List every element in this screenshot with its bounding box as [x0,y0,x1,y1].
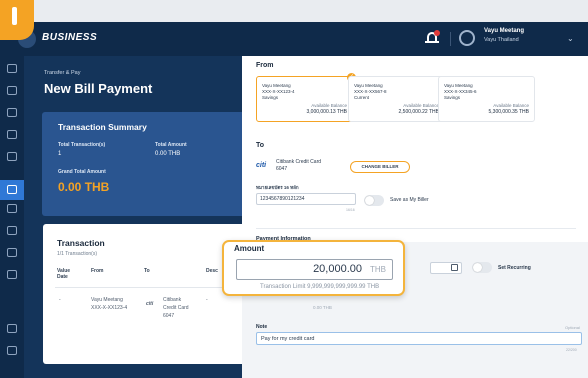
reference-input[interactable]: 1234567890121234 [256,193,356,205]
section-divider [256,228,576,229]
note-counter: 22/200 [566,348,577,352]
sidebar-item-transfer-pay[interactable] [0,180,24,200]
calendar-icon[interactable] [451,264,458,271]
step-marker [0,0,34,40]
change-biller-button[interactable]: CHANGE BILLER [350,161,410,173]
total-transactions-label: Total Transaction(s) [58,142,106,148]
transaction-limit: Transaction Limit 9,999,999,999,999.99 T… [260,284,380,290]
account-name: Vayu Meetang [354,83,383,88]
to-label: To [256,142,265,149]
citi-logo-icon: citi [256,162,267,169]
user-org: Vayu Thailand [484,37,519,43]
gear-icon[interactable] [7,324,17,333]
save-biller-label: Save as My Biller [390,197,429,203]
app-logo: BUSINESS [42,32,98,43]
cell-to-name: Citibank [163,297,182,303]
document-icon[interactable] [7,226,17,235]
recurring-toggle[interactable] [472,262,492,273]
note-optional: Optional [565,325,580,330]
balance-label: Available Balance [403,103,439,108]
help-icon[interactable] [7,346,17,355]
account-type: Current [354,95,370,100]
summary-title: Transaction Summary [58,122,147,132]
from-label: From [256,62,274,69]
account-number: XXX-X-XX345-6 [444,89,477,94]
divider [450,32,451,46]
transaction-subtitle: 1/1 Transaction(s) [57,251,98,257]
biller-name: Citibank Credit Card [276,159,322,165]
account-number: XXX-X-XX567-8 [354,89,387,94]
recurring-label: Set Recurring [498,265,531,271]
cell-desc: - [206,297,208,303]
payments-icon[interactable] [7,152,17,161]
account-type: Savings [444,95,461,100]
reference-label: หมายเลขบัตร 16 หลัก [256,185,299,190]
cell-to-name-2: Credit Card [163,305,189,311]
note-label: Note [256,324,268,330]
account-card[interactable]: ✓ Vayu MeetangXXX-X-XX123-4Savings Avail… [256,73,356,122]
accounts-icon[interactable] [7,86,17,95]
biller-info: Citibank Credit Card 6047 [276,159,321,173]
balance-value: 2,500,000.22 THB [398,109,440,115]
balance-label: Available Balance [311,103,347,108]
users-icon[interactable] [7,248,17,257]
cell-from-acct: XXX-X-XX123-4 [91,305,128,311]
notification-bell-icon[interactable] [425,30,440,46]
transfer-icon [7,185,17,194]
total-amount-label: Total Amount [155,142,187,148]
sidebar [0,56,24,378]
account-name: Vayu Meetang [262,83,291,88]
settings-icon[interactable] [7,270,17,279]
balance-label: Available Balance [493,103,529,108]
transaction-title: Transaction [57,238,105,248]
amount-value: 20,000.00 [313,263,362,275]
tag-icon[interactable] [7,204,17,213]
account-number: XXX-X-XX123-4 [262,89,295,94]
amount-currency: THB [370,265,386,274]
save-biller-toggle[interactable] [364,195,384,206]
biller-code: 6047 [276,166,288,172]
fee-value: 0.00 THB [313,305,332,310]
page-title: New Bill Payment [44,81,153,96]
balance-value: 5,300,000.35 THB [488,109,530,115]
cell-to-acct: 6047 [163,313,175,319]
grand-total-label: Grand Total Amount [58,169,106,175]
balance-value: 3,000,000.13 THB [306,109,348,115]
wallet-icon[interactable] [7,108,17,117]
amount-label: Amount [234,244,265,253]
citi-logo-icon: citi [146,301,154,307]
account-card[interactable]: Vayu Meetang XXX-X-XX567-8 Current Availab… [348,76,445,122]
col-desc[interactable]: Desc [206,268,218,274]
account-card[interactable]: Vayu Meetang XXX-X-XX345-6 Savings Availab… [438,76,535,122]
amount-input[interactable]: 20,000.00 THB [236,259,393,280]
breadcrumb[interactable]: Transfer & Pay [44,70,80,76]
col-from[interactable]: From [91,268,104,274]
app-frame: BUSINESS Vayu Meetang Vayu Thailand ⌄ Tr… [0,0,588,378]
cards-icon[interactable] [7,130,17,139]
cell-value-date: - [59,297,61,303]
home-icon[interactable] [7,64,17,73]
grand-total-value: 0.00 THB [58,180,110,194]
top-bar: BUSINESS Vayu Meetang Vayu Thailand ⌄ [0,22,588,56]
user-name: Vayu Meetang [484,28,525,34]
user-avatar-icon[interactable] [459,30,475,46]
total-transactions-value: 1 [58,151,62,157]
chevron-down-icon[interactable]: ⌄ [567,34,574,43]
amount-field-highlight: Amount 20,000.00 THB Transaction Limit 9… [222,240,405,296]
account-type: Savings [262,95,279,100]
note-input[interactable]: Pay for my credit card [256,332,582,345]
transaction-summary-card: Transaction Summary Total Transaction(s)… [42,112,264,216]
col-value-date[interactable]: Value Date [57,268,77,280]
account-name: Vayu Meetang [444,83,473,88]
col-to[interactable]: To [144,268,150,274]
reference-counter: 16/16 [346,208,355,212]
total-amount-value: 0.00 THB [155,151,181,157]
cell-from-name: Vayu Meetang [91,297,123,303]
